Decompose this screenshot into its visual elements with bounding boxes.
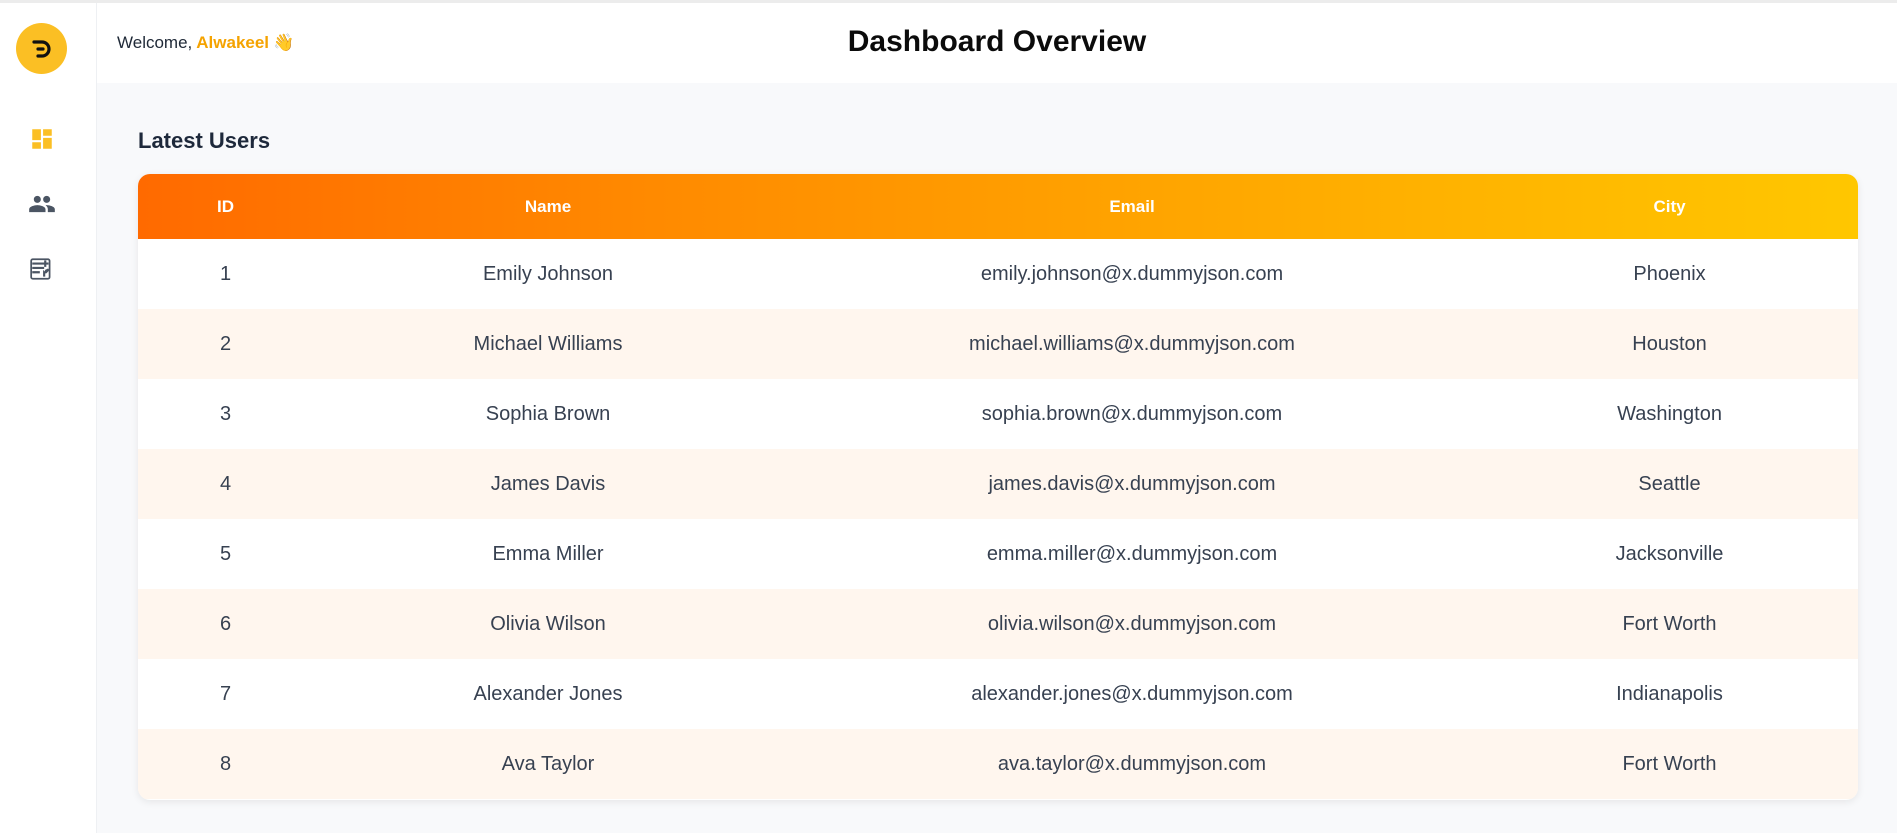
- top-header: Welcome, Alwakeel 👋 Dashboard Overview: [97, 3, 1897, 83]
- cell-city: Indianapolis: [1616, 682, 1723, 705]
- users-table: ID Name Email City 1 Emily Johnson emily…: [138, 174, 1858, 799]
- welcome-message: Welcome, Alwakeel 👋: [117, 33, 294, 53]
- cell-name: Olivia Wilson: [490, 612, 606, 635]
- table-row[interactable]: 8 Ava Taylor ava.taylor@x.dummyjson.com …: [138, 729, 1858, 799]
- table-header-row: ID Name Email City: [138, 174, 1858, 239]
- cell-city: Jacksonville: [1615, 542, 1724, 565]
- cell-name: Emma Miller: [492, 542, 604, 565]
- users-icon: [28, 195, 55, 212]
- table-row[interactable]: 4 James Davis james.davis@x.dummyjson.co…: [138, 449, 1858, 519]
- username: Alwakeel: [196, 33, 270, 52]
- logo-icon: [31, 39, 51, 58]
- cell-id: 3: [219, 402, 232, 425]
- table-row[interactable]: 2 Michael Williams michael.williams@x.du…: [138, 309, 1858, 379]
- page-title: Dashboard Overview: [847, 25, 1147, 58]
- column-header-name: Name: [524, 196, 572, 216]
- cell-name: James Davis: [490, 472, 606, 495]
- posts-icon: [29, 257, 50, 280]
- cell-id: 7: [219, 682, 232, 705]
- cell-city: Seattle: [1638, 472, 1701, 495]
- table-row[interactable]: 1 Emily Johnson emily.johnson@x.dummyjso…: [138, 239, 1858, 309]
- cell-email: emily.johnson@x.dummyjson.com: [980, 262, 1284, 285]
- section-title: Latest Users: [138, 128, 271, 153]
- welcome-prefix: Welcome,: [117, 33, 193, 52]
- column-header-email: Email: [1109, 196, 1155, 216]
- cell-email: james.davis@x.dummyjson.com: [988, 472, 1276, 495]
- cell-id: 4: [219, 472, 232, 495]
- table-header: ID Name Email City: [138, 174, 1858, 239]
- cell-email: ava.taylor@x.dummyjson.com: [997, 752, 1267, 775]
- cell-email: michael.williams@x.dummyjson.com: [969, 332, 1295, 355]
- cell-email: alexander.jones@x.dummyjson.com: [971, 682, 1293, 705]
- cell-name: Michael Williams: [473, 332, 623, 355]
- sidebar-item-dashboard[interactable]: [27, 124, 56, 153]
- cell-city: Phoenix: [1633, 262, 1706, 285]
- table-row[interactable]: 5 Emma Miller emma.miller@x.dummyjson.co…: [138, 519, 1858, 589]
- column-header-city: City: [1653, 196, 1686, 216]
- sidebar-item-posts[interactable]: [27, 254, 56, 283]
- cell-id: 1: [219, 262, 232, 285]
- table-row[interactable]: 3 Sophia Brown sophia.brown@x.dummyjson.…: [138, 379, 1858, 449]
- wave-icon: 👋: [273, 33, 295, 52]
- cell-email: sophia.brown@x.dummyjson.com: [981, 402, 1283, 425]
- sidebar: [0, 3, 97, 833]
- cell-city: Fort Worth: [1622, 752, 1717, 775]
- cell-city: Houston: [1632, 332, 1707, 355]
- cell-email: emma.miller@x.dummyjson.com: [986, 542, 1278, 565]
- table-row[interactable]: 6 Olivia Wilson olivia.wilson@x.dummyjso…: [138, 589, 1858, 659]
- users-table-container: ID Name Email City 1 Emily Johnson emily…: [138, 174, 1858, 800]
- cell-city: Washington: [1617, 402, 1722, 425]
- table-body: 1 Emily Johnson emily.johnson@x.dummyjso…: [138, 239, 1858, 799]
- cell-name: Emily Johnson: [482, 262, 614, 285]
- cell-name: Sophia Brown: [485, 402, 611, 425]
- column-header-id: ID: [217, 196, 234, 216]
- cell-city: Fort Worth: [1622, 612, 1717, 635]
- cell-email: olivia.wilson@x.dummyjson.com: [987, 612, 1277, 635]
- cell-id: 5: [219, 542, 232, 565]
- sidebar-item-users[interactable]: [27, 189, 56, 218]
- cell-name: Alexander Jones: [473, 682, 623, 705]
- cell-id: 6: [219, 612, 232, 635]
- table-row[interactable]: 7 Alexander Jones alexander.jones@x.dumm…: [138, 659, 1858, 729]
- cell-id: 8: [219, 752, 232, 775]
- cell-id: 2: [219, 332, 232, 355]
- logo[interactable]: [16, 23, 67, 74]
- cell-name: Ava Taylor: [501, 752, 595, 775]
- dashboard-icon: [31, 128, 52, 149]
